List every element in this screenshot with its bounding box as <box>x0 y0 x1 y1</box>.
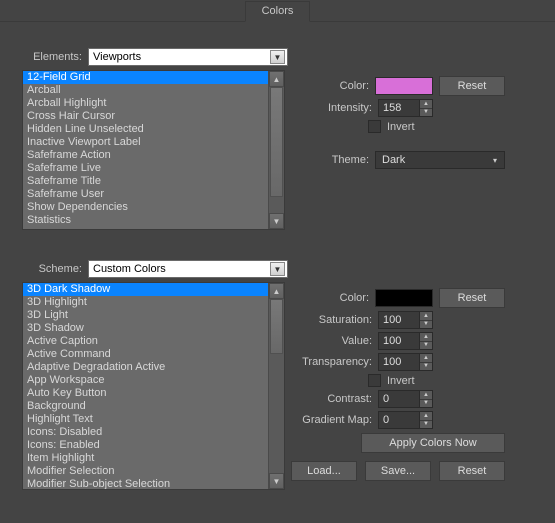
list-item[interactable]: 3D Highlight <box>23 296 268 309</box>
list-item[interactable]: Modifier Sub-object Selection <box>23 478 268 490</box>
scheme-color-label: Color: <box>340 292 369 304</box>
scheme-label: Scheme: <box>22 263 82 275</box>
chevron-down-icon: ▼ <box>270 50 285 64</box>
elements-dropdown[interactable]: Viewports ▼ <box>88 48 288 66</box>
value-value[interactable]: 100 <box>378 332 420 350</box>
list-item[interactable]: App Workspace <box>23 374 268 387</box>
transparency-label: Transparency: <box>302 356 372 368</box>
list-item[interactable]: Arcball Highlight <box>23 97 268 110</box>
scroll-down-icon[interactable]: ▼ <box>269 213 284 229</box>
gradient-label: Gradient Map: <box>302 414 372 426</box>
list-item[interactable]: Inactive Viewport Label <box>23 136 268 149</box>
theme-value: Dark <box>382 154 405 166</box>
list-item[interactable]: Safeframe User <box>23 188 268 201</box>
spin-down-icon[interactable]: ▼ <box>420 363 432 371</box>
load-button[interactable]: Load... <box>291 461 357 481</box>
spin-down-icon[interactable]: ▼ <box>420 342 432 350</box>
element-color-reset-button[interactable]: Reset <box>439 76 505 96</box>
panel-body: Elements: Viewports ▼ 12-Field GridArcba… <box>0 22 555 504</box>
list-item[interactable]: Safeframe Title <box>23 175 268 188</box>
intensity-spinner[interactable]: 158 ▲▼ <box>378 99 433 117</box>
scheme-color-reset-button[interactable]: Reset <box>439 288 505 308</box>
scheme-listbox[interactable]: 3D Dark Shadow3D Highlight3D Light3D Sha… <box>22 282 285 490</box>
list-item[interactable]: Icons: Enabled <box>23 439 268 452</box>
contrast-label: Contrast: <box>327 393 372 405</box>
spin-up-icon[interactable]: ▲ <box>420 391 432 400</box>
list-item[interactable]: Safeframe Action <box>23 149 268 162</box>
list-item[interactable]: Modifier Selection <box>23 465 268 478</box>
invert-label: Invert <box>387 121 433 133</box>
save-button[interactable]: Save... <box>365 461 431 481</box>
list-item[interactable]: 12-Field Grid <box>23 71 268 84</box>
list-item[interactable]: 3D Shadow <box>23 322 268 335</box>
spin-up-icon[interactable]: ▲ <box>420 312 432 321</box>
elements-listbox[interactable]: 12-Field GridArcballArcball HighlightCro… <box>22 70 285 230</box>
list-item[interactable]: Active Caption <box>23 335 268 348</box>
gradient-value[interactable]: 0 <box>378 411 420 429</box>
list-item[interactable]: Statistics <box>23 214 268 227</box>
scheme-dropdown[interactable]: Custom Colors ▼ <box>88 260 288 278</box>
invert-checkbox[interactable] <box>368 120 381 133</box>
intensity-label: Intensity: <box>328 102 372 114</box>
list-item[interactable]: Icons: Disabled <box>23 426 268 439</box>
tab-colors[interactable]: Colors <box>245 1 311 22</box>
elements-label: Elements: <box>22 51 82 63</box>
saturation-value[interactable]: 100 <box>378 311 420 329</box>
list-item[interactable]: Show Dependencies <box>23 201 268 214</box>
spin-up-icon[interactable]: ▲ <box>420 100 432 109</box>
spin-down-icon[interactable]: ▼ <box>420 109 432 117</box>
spin-up-icon[interactable]: ▲ <box>420 333 432 342</box>
spin-up-icon[interactable]: ▲ <box>420 354 432 363</box>
transparency-spinner[interactable]: 100 ▲▼ <box>378 353 433 371</box>
theme-label: Theme: <box>332 154 369 166</box>
element-color-swatch[interactable] <box>375 77 433 95</box>
elements-dropdown-value: Viewports <box>93 51 141 63</box>
list-item[interactable]: Active Command <box>23 348 268 361</box>
scheme-invert-checkbox[interactable] <box>368 374 381 387</box>
gradient-spinner[interactable]: 0 ▲▼ <box>378 411 433 429</box>
value-label: Value: <box>342 335 372 347</box>
list-item[interactable]: Background <box>23 400 268 413</box>
spin-up-icon[interactable]: ▲ <box>420 412 432 421</box>
list-item[interactable]: Safeframe Live <box>23 162 268 175</box>
reset-button[interactable]: Reset <box>439 461 505 481</box>
list-item[interactable]: 3D Dark Shadow <box>23 283 268 296</box>
saturation-spinner[interactable]: 100 ▲▼ <box>378 311 433 329</box>
apply-colors-button[interactable]: Apply Colors Now <box>361 433 505 453</box>
list-item[interactable]: 3D Light <box>23 309 268 322</box>
contrast-value[interactable]: 0 <box>378 390 420 408</box>
chevron-down-icon: ▼ <box>270 262 285 276</box>
list-item[interactable]: Auto Key Button <box>23 387 268 400</box>
tab-bar: Colors <box>0 0 555 22</box>
scheme-invert-label: Invert <box>387 375 433 387</box>
chevron-down-icon: ▾ <box>488 153 502 167</box>
transparency-value[interactable]: 100 <box>378 353 420 371</box>
list-item[interactable]: Cross Hair Cursor <box>23 110 268 123</box>
theme-dropdown[interactable]: Dark ▾ <box>375 151 505 169</box>
color-label: Color: <box>340 80 369 92</box>
spin-down-icon[interactable]: ▼ <box>420 400 432 408</box>
scheme-color-swatch[interactable] <box>375 289 433 307</box>
list-item[interactable]: Item Highlight <box>23 452 268 465</box>
list-item[interactable]: Adaptive Degradation Active <box>23 361 268 374</box>
scheme-dropdown-value: Custom Colors <box>93 263 166 275</box>
contrast-spinner[interactable]: 0 ▲▼ <box>378 390 433 408</box>
spin-down-icon[interactable]: ▼ <box>420 421 432 429</box>
list-item[interactable]: Highlight Text <box>23 413 268 426</box>
value-spinner[interactable]: 100 ▲▼ <box>378 332 433 350</box>
list-item[interactable]: Hidden Line Unselected <box>23 123 268 136</box>
spin-down-icon[interactable]: ▼ <box>420 321 432 329</box>
intensity-value[interactable]: 158 <box>378 99 420 117</box>
saturation-label: Saturation: <box>319 314 372 326</box>
list-item[interactable]: Arcball <box>23 84 268 97</box>
